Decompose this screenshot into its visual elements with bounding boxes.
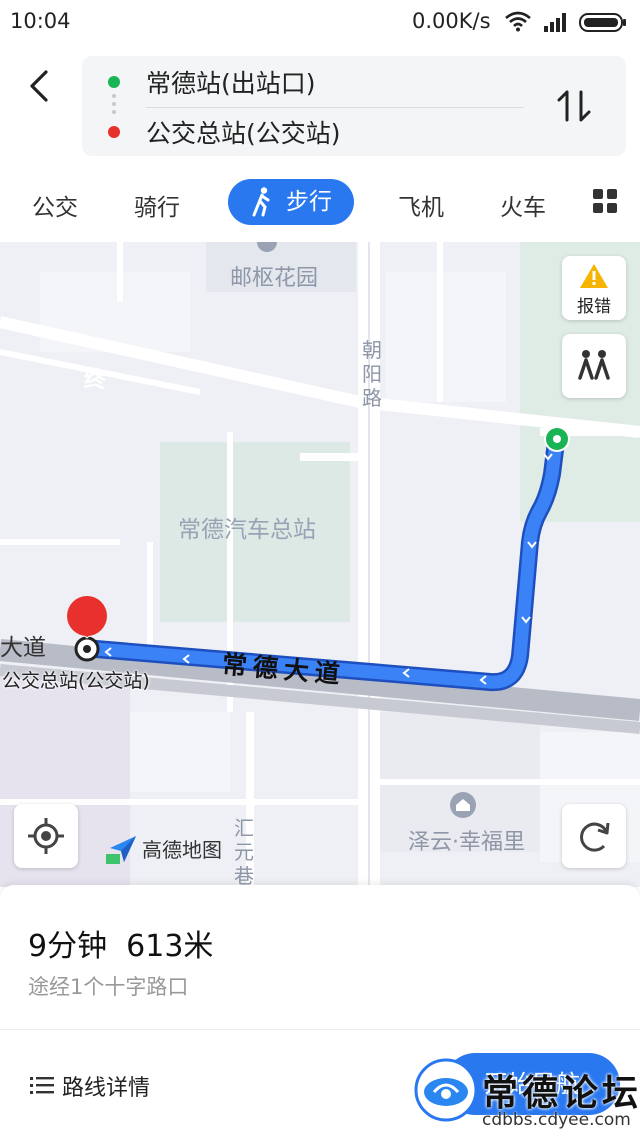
end-dot-icon [108,126,120,138]
report-error-label: 报错 [577,297,611,317]
map-label-youshu: 邮枢花园 [230,266,319,291]
route-duration-distance: 9分钟 613米 [28,921,213,965]
map-label-zeyun: 泽云·幸福里 [408,830,525,855]
route-details-button[interactable]: 路线详情 [30,1070,150,1102]
street-view-button[interactable] [562,334,626,398]
swap-arrows-icon [557,90,591,122]
report-error-button[interactable]: 报错 [562,256,626,320]
swap-button[interactable] [552,82,596,130]
amap-logo: 高德地图 [106,832,222,870]
amap-logo-icon [106,836,136,864]
walking-person-icon [252,187,270,217]
route-distance: 613米 [126,929,214,964]
back-button[interactable] [22,64,58,108]
tab-flight[interactable]: 飞机 [398,186,444,230]
back-arrow-icon [30,70,48,102]
map-label-bus-terminal: 常德汽车总站 [178,517,316,543]
map-view[interactable]: 终 邮枢花园 朝阳路 常德汽车总站 大道 常德大道 公交总站(公交站) 泽云·幸… [0,242,640,887]
network-speed: 0.00K/s [412,9,491,33]
battery-icon [579,13,626,32]
tab-train[interactable]: 火车 [500,186,546,230]
refresh-icon [580,822,610,852]
tab-walking-label: 步行 [286,189,332,215]
map-label-chaoyang-road: 朝阳路 [362,338,382,410]
sheet-divider [0,1029,640,1030]
route-duration: 9分钟 [28,929,108,964]
wifi-icon [505,11,531,32]
more-modes-button[interactable] [592,188,618,214]
route-input-box: 常德站(出站口) 公交总站(公交站) [82,56,626,156]
signal-icon [544,13,566,32]
people-icon [578,350,610,380]
route-details-label: 路线详情 [62,1076,151,1101]
route-divider [146,107,524,108]
amap-logo-text: 高德地图 [142,838,222,862]
end-location-field[interactable]: 公交总站(公交站) [146,114,341,150]
tab-bus[interactable]: 公交 [32,186,78,230]
watermark-url: cdbbs.cdyee.com [482,1110,631,1130]
start-location-field[interactable]: 常德站(出站口) [146,64,316,100]
tab-walking[interactable]: 步行 [228,179,354,225]
grid-icon [593,189,617,213]
status-bar: 10:04 0.00K/s [0,0,640,44]
route-via: 途经1个十字路口 [28,975,189,999]
status-time: 10:04 [10,9,71,33]
location-target-icon [28,818,64,854]
start-dot-icon [108,76,120,88]
end-marker-label: 终 [84,368,107,393]
refresh-button[interactable] [562,804,626,868]
tab-cycling[interactable]: 骑行 [134,186,180,230]
map-label-end-stop: 公交总站(公交站) [2,670,150,692]
map-label-huiyuan: 汇元巷 [234,816,254,887]
forum-watermark: 常德论坛 cdbbs.cdyee.com [412,1050,640,1137]
watermark-text: 常德论坛 [482,1072,640,1114]
route-header: 常德站(出站口) 公交总站(公交站) [0,44,640,172]
list-icon [30,1077,54,1094]
map-label-road-fragment: 大道 [0,635,46,661]
map-canvas [0,242,640,887]
transport-mode-tabs: 公交 骑行 步行 飞机 火车 [0,172,640,242]
locate-me-button[interactable] [14,804,78,868]
status-icons [504,10,632,38]
forum-logo-icon [414,1058,478,1122]
warning-icon [580,264,608,288]
route-connector [112,94,116,122]
